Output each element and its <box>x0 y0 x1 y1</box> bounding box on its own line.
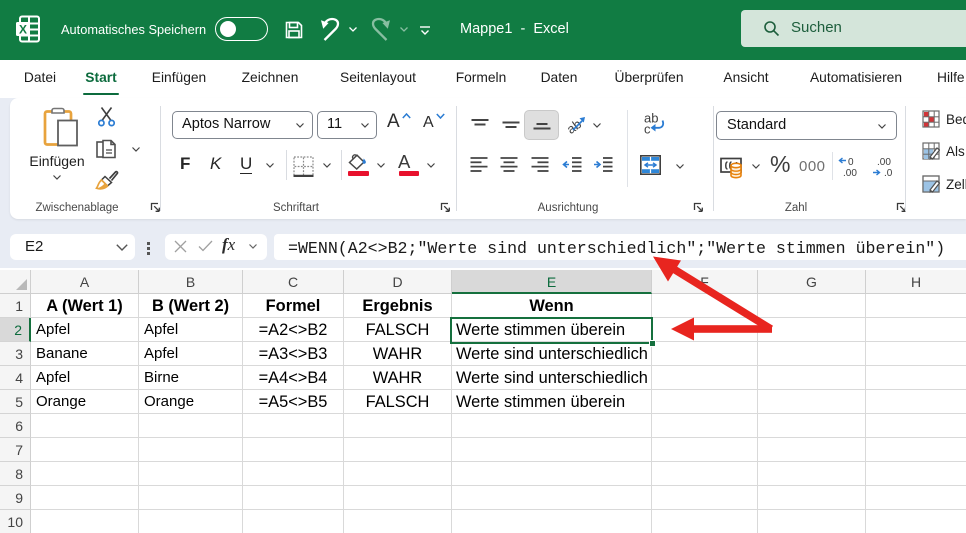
svg-text:.0: .0 <box>884 168 893 178</box>
svg-text:c: c <box>644 122 651 136</box>
svg-text:0: 0 <box>848 157 854 168</box>
svg-text:.00: .00 <box>877 157 891 168</box>
svg-text:X: X <box>19 23 27 37</box>
svg-text:.00: .00 <box>843 168 857 178</box>
